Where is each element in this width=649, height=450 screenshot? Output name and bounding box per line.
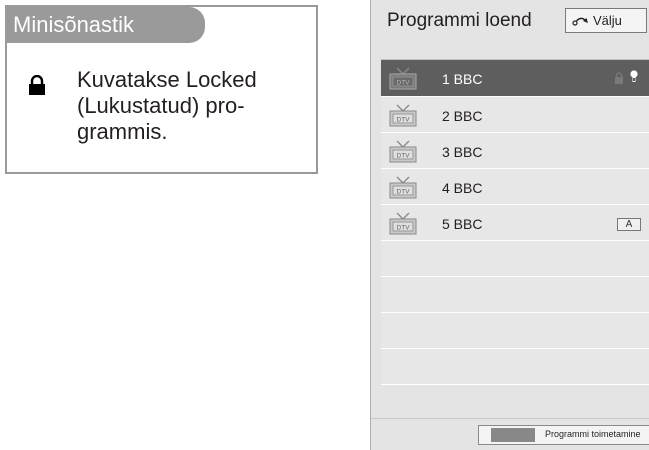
favourite-icon xyxy=(630,70,638,82)
svg-text:DTV: DTV xyxy=(397,189,411,196)
mini-dictionary-description: Kuvatakse Locked (Lukustatud) pro- gramm… xyxy=(77,67,317,145)
channel-row[interactable]: DTV 3 BBC xyxy=(381,133,649,169)
program-list-panel: Programmi loend Välju DTV 1 BBC DTV 2 BB… xyxy=(370,0,649,450)
description-line: Kuvatakse Locked xyxy=(77,67,257,92)
mini-dictionary-box: Minisõnastik Kuvatakse Locked (Lukustatu… xyxy=(5,5,318,174)
return-icon xyxy=(572,17,588,26)
dtv-icon: DTV xyxy=(389,212,417,235)
empty-row xyxy=(381,313,649,349)
empty-row xyxy=(381,241,649,277)
program-edit-label: Programmi toimetamine xyxy=(545,429,641,439)
panel-footer: Programmi toimetamine xyxy=(371,418,649,450)
channel-row[interactable]: DTV 2 BBC xyxy=(381,97,649,133)
panel-header: Programmi loend Välju xyxy=(371,0,649,50)
channel-row[interactable]: DTV 4 BBC xyxy=(381,169,649,205)
lock-icon xyxy=(29,75,45,95)
svg-text:DTV: DTV xyxy=(397,117,411,124)
channel-row[interactable]: DTV 1 BBC xyxy=(381,60,649,97)
lock-icon xyxy=(615,72,623,84)
dtv-icon: DTV xyxy=(389,104,417,127)
channel-row[interactable]: DTV 5 BBC A xyxy=(381,205,649,241)
channel-label: 3 BBC xyxy=(442,144,483,160)
dtv-icon: DTV xyxy=(389,67,417,90)
empty-row xyxy=(381,349,649,385)
dtv-icon: DTV xyxy=(389,140,417,163)
grey-key-icon xyxy=(491,428,535,442)
channel-label: 2 BBC xyxy=(442,108,483,124)
channel-label: 1 BBC xyxy=(442,71,483,87)
channel-list: DTV 1 BBC DTV 2 BBC DTV 3 BBC DTV 4 BBC … xyxy=(381,59,649,385)
audio-badge: A xyxy=(617,218,641,231)
exit-label: Välju xyxy=(593,13,622,28)
program-edit-button[interactable]: Programmi toimetamine xyxy=(478,425,649,445)
channel-label: 5 BBC xyxy=(442,216,483,232)
description-line: (Lukustatud) pro- xyxy=(77,93,245,118)
exit-button[interactable]: Välju xyxy=(565,8,647,33)
svg-text:DTV: DTV xyxy=(397,80,411,87)
empty-row xyxy=(381,277,649,313)
svg-text:DTV: DTV xyxy=(397,225,411,232)
channel-label: 4 BBC xyxy=(442,180,483,196)
description-line: grammis. xyxy=(77,119,168,144)
svg-text:DTV: DTV xyxy=(397,153,411,160)
mini-dictionary-title: Minisõnastik xyxy=(7,7,205,43)
panel-title: Programmi loend xyxy=(387,10,532,31)
dtv-icon: DTV xyxy=(389,176,417,199)
